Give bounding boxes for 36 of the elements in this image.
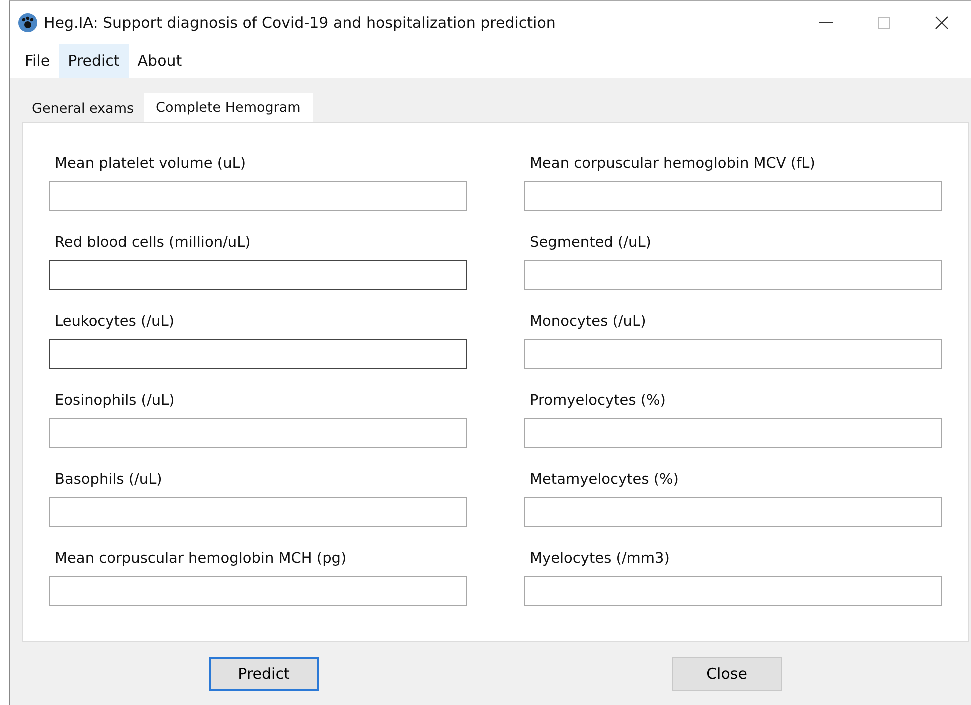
field-label: Mean corpuscular hemoglobin MCH (pg) xyxy=(54,550,348,569)
field-label: Metamyelocytes (%) xyxy=(529,471,680,490)
input-field[interactable] xyxy=(524,576,942,606)
input-field[interactable] xyxy=(524,181,942,211)
field-label: Eosinophils (/uL) xyxy=(54,392,176,411)
minimize-icon[interactable] xyxy=(819,22,833,24)
input-field[interactable] xyxy=(524,418,942,448)
tab[interactable]: Complete Hemogram xyxy=(144,93,313,122)
close-button[interactable]: Close xyxy=(672,657,782,691)
field-label: Promyelocytes (%) xyxy=(529,392,667,411)
paw-logo-icon xyxy=(18,12,38,32)
input-field[interactable] xyxy=(49,576,467,606)
field-label: Mean corpuscular hemoglobin MCV (fL) xyxy=(529,155,816,174)
field-label: Basophils (/uL) xyxy=(54,471,164,490)
input-field[interactable] xyxy=(524,339,942,369)
input-field[interactable] xyxy=(524,260,942,290)
predict-button[interactable]: Predict xyxy=(209,657,319,691)
field-label: Monocytes (/uL) xyxy=(529,313,648,332)
close-icon[interactable] xyxy=(935,16,949,30)
input-field[interactable] xyxy=(524,497,942,527)
maximize-icon[interactable] xyxy=(878,16,890,28)
input-field[interactable] xyxy=(49,339,467,369)
input-field[interactable] xyxy=(49,181,467,211)
input-field[interactable] xyxy=(49,418,467,448)
input-field[interactable] xyxy=(49,260,467,290)
tab[interactable]: General exams xyxy=(22,95,144,122)
field-label: Myelocytes (/mm3) xyxy=(529,550,671,569)
field-label: Red blood cells (million/uL) xyxy=(54,234,252,253)
window-title: Heg.IA: Support diagnosis of Covid-19 and hospitalization prediction xyxy=(44,14,557,32)
field-label: Leukocytes (/uL) xyxy=(54,313,176,332)
input-field[interactable] xyxy=(49,497,467,527)
menu-item[interactable]: Predict xyxy=(59,44,129,78)
field-label: Segmented (/uL) xyxy=(529,234,652,253)
field-label: Mean platelet volume (uL) xyxy=(54,155,247,174)
menu-item[interactable]: File xyxy=(16,44,60,78)
menu-item[interactable]: About xyxy=(128,44,192,78)
